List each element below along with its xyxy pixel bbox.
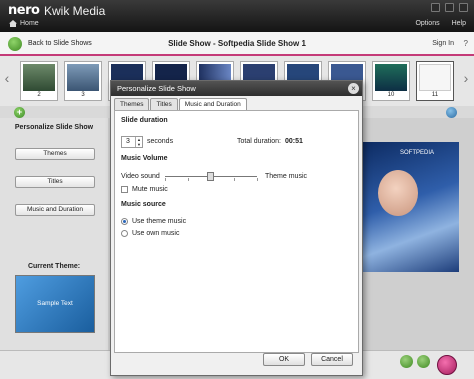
use-theme-music-label: Use theme music: [132, 218, 187, 225]
settings-icon[interactable]: [446, 107, 457, 118]
use-own-music-radio[interactable]: [121, 230, 128, 237]
filmstrip-right-arrow-icon[interactable]: ›: [461, 70, 471, 90]
minimize-button[interactable]: [431, 3, 440, 12]
themes-button[interactable]: Themes: [15, 148, 95, 160]
total-duration-value: 00:51: [285, 138, 303, 145]
sign-in-link[interactable]: Sign In: [432, 40, 454, 47]
tab-music-duration[interactable]: Music and Duration: [178, 98, 247, 110]
theme-preview[interactable]: Sample Text: [15, 275, 95, 333]
options-link[interactable]: Options: [415, 20, 439, 27]
page-title: Slide Show - Softpedia Slide Show 1: [168, 39, 306, 48]
top-nav: Options Help: [415, 20, 466, 27]
duration-stepper[interactable]: 3 ▲ ▼: [121, 136, 143, 148]
dialog-title: Personalize Slide Show: [117, 84, 196, 93]
slide-thumb[interactable]: 10: [372, 61, 410, 101]
total-duration-label: Total duration:: [237, 138, 281, 145]
help-link[interactable]: Help: [452, 20, 466, 27]
preview-portrait: [378, 170, 418, 216]
mute-music-checkbox[interactable]: [121, 186, 128, 193]
panel-title: Personalize Slide Show: [14, 124, 94, 131]
maximize-button[interactable]: [445, 3, 454, 12]
mute-music-label: Mute music: [132, 186, 168, 193]
slide-thumb[interactable]: 3: [64, 61, 102, 101]
page-header: Back to Slide Shows Slide Show - Softped…: [0, 32, 474, 56]
title-bar: nero Kwik Media Home Options Help: [0, 0, 474, 32]
music-volume-heading: Music Volume: [121, 155, 168, 162]
tab-themes[interactable]: Themes: [114, 98, 150, 110]
cancel-button[interactable]: Cancel: [311, 353, 353, 366]
music-duration-button[interactable]: Music and Duration: [15, 204, 95, 216]
preview-watermark: SOFTPEDIA: [400, 150, 435, 156]
home-icon[interactable]: [9, 20, 17, 27]
dialog-tabs: Themes Titles Music and Duration: [111, 98, 248, 110]
add-icon[interactable]: +: [14, 107, 25, 118]
play-icon[interactable]: [437, 355, 457, 375]
rotate-left-icon[interactable]: [400, 355, 413, 368]
dialog-titlebar[interactable]: Personalize Slide Show ×: [111, 81, 362, 96]
app-name: Kwik Media: [44, 4, 106, 18]
help-icon[interactable]: ?: [464, 39, 468, 48]
rotate-right-icon[interactable]: [417, 355, 430, 368]
tab-titles[interactable]: Titles: [150, 98, 178, 110]
use-theme-music-radio[interactable]: [121, 218, 128, 225]
current-theme-label: Current Theme:: [27, 263, 81, 270]
left-panel: Personalize Slide Show Themes Titles Mus…: [0, 118, 108, 350]
home-link[interactable]: Home: [20, 20, 39, 27]
slide-duration-heading: Slide duration: [121, 117, 168, 124]
window-close-button[interactable]: [459, 3, 468, 12]
duration-unit: seconds: [147, 138, 174, 145]
titles-button[interactable]: Titles: [15, 176, 95, 188]
duration-value: 3: [126, 138, 130, 145]
filmstrip-left-arrow-icon[interactable]: ‹: [2, 70, 12, 90]
slide-thumb[interactable]: 2: [20, 61, 58, 101]
stepper-arrows-icon[interactable]: ▲ ▼: [135, 137, 142, 147]
use-own-music-label: Use own music: [132, 230, 180, 237]
window-controls: [431, 3, 468, 12]
video-sound-label: Video sound: [121, 173, 160, 180]
dialog-body: Slide duration 3 ▲ ▼ seconds Total durati…: [114, 110, 359, 353]
slide-thumb-selected[interactable]: 11: [416, 61, 454, 101]
close-icon[interactable]: ×: [348, 83, 359, 94]
volume-slider-thumb[interactable]: [207, 172, 214, 181]
personalize-dialog: Personalize Slide Show × Themes Titles M…: [110, 80, 363, 376]
app-brand: nero: [8, 3, 40, 18]
theme-music-label: Theme music: [265, 173, 308, 180]
music-source-heading: Music source: [121, 201, 166, 208]
ok-button[interactable]: OK: [263, 353, 305, 366]
